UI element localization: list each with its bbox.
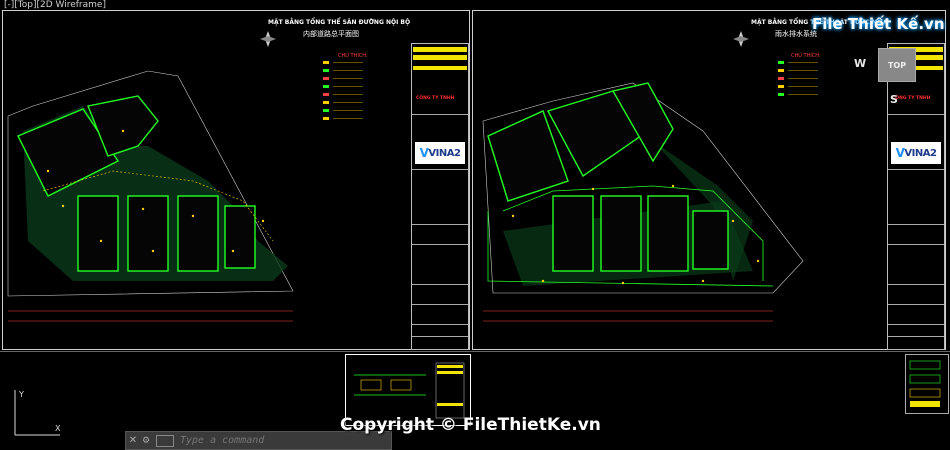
- left-logo-text: VINA2: [428, 147, 461, 159]
- right-drawing-subtitle: 雨水排水系统: [775, 30, 817, 38]
- frame-divider: [0, 351, 950, 352]
- right-drawing-sheet: MẶT BẰNG TỔNG THỂ THOÁT NƯỚC MƯA 雨水排水系统 …: [472, 10, 946, 350]
- close-icon[interactable]: ✕: [126, 435, 140, 446]
- command-prompt-icon: [156, 434, 174, 447]
- left-company-name: CÔNG TY TNHH: [416, 96, 455, 101]
- svg-text:X: X: [55, 424, 61, 433]
- left-drawing-subtitle: 内部道路总平面图: [303, 30, 359, 38]
- right-legend-title: CHÚ THÍCH:: [791, 53, 821, 59]
- right-logo-text: VINA2: [904, 147, 937, 159]
- side-thumbnail-drawing: [909, 360, 941, 407]
- viewcube-top-face[interactable]: TOP: [878, 48, 916, 82]
- left-site-plan: [7, 31, 363, 322]
- svg-text:Y: Y: [18, 390, 24, 399]
- filethietke-logo: File Thiết Kế.vn: [812, 15, 945, 33]
- compass-south-label[interactable]: S: [890, 93, 898, 106]
- wrench-icon[interactable]: ⚙: [140, 436, 152, 446]
- title-block-header-bar: [413, 55, 467, 60]
- right-company-logo: V VINA2: [891, 142, 941, 164]
- left-legend-title: CHÚ THÍCH:: [338, 53, 368, 59]
- copyright-watermark: Copyright © FileThietKe.vn: [340, 415, 601, 435]
- left-title-block: CÔNG TY TNHH V VINA2: [411, 43, 469, 350]
- left-drawing-sheet: MẶT BẰNG TỔNG THỂ SÂN ĐƯỜNG NỘI BỘ 内部道路总…: [2, 10, 470, 350]
- left-drawing-title: MẶT BẰNG TỔNG THỂ SÂN ĐƯỜNG NỘI BỘ: [268, 19, 411, 26]
- ucs-axis-icon: Y X: [14, 390, 61, 436]
- compass-west-label[interactable]: W: [854, 57, 866, 70]
- side-sheet-thumbnail[interactable]: [905, 354, 949, 414]
- right-title-block: CÔNG TY TNHH V VINA2: [887, 43, 945, 350]
- command-input[interactable]: [178, 434, 362, 447]
- title-block-header-bar: [413, 47, 467, 52]
- viewport-controls-label[interactable]: [-][Top][2D Wireframe]: [4, 0, 106, 10]
- left-company-logo: V VINA2: [415, 142, 465, 164]
- right-drainage-plan: [482, 31, 818, 322]
- title-block-header-bar: [413, 66, 467, 70]
